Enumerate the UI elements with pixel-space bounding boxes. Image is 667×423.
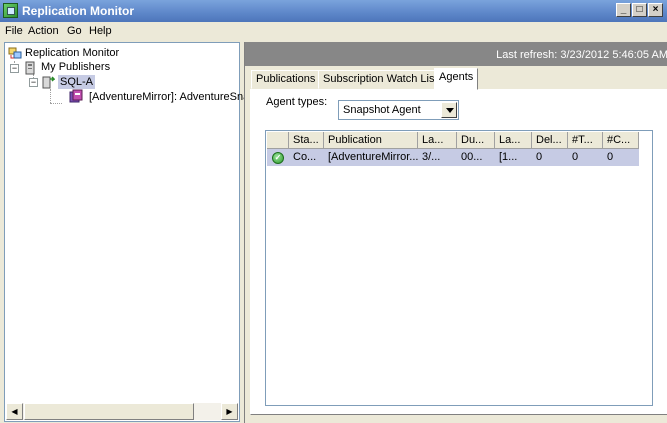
- scroll-thumb[interactable]: [24, 403, 194, 420]
- menu-go[interactable]: Go: [67, 25, 82, 37]
- window-title: Replication Monitor: [22, 4, 134, 18]
- tab-subscription-watch-list[interactable]: Subscription Watch List: [318, 70, 443, 89]
- grid-header-commands[interactable]: #C...: [603, 132, 639, 149]
- cell-delivery: 0: [536, 151, 543, 163]
- check-icon: ✓: [272, 152, 284, 164]
- menu-action[interactable]: Action: [28, 25, 59, 37]
- tree-item-replication-monitor[interactable]: Replication Monitor: [25, 46, 119, 60]
- server-icon: [41, 75, 56, 89]
- scroll-left-button[interactable]: ◀: [6, 403, 23, 420]
- refresh-bar: Last refresh: 3/23/2012 5:46:05 AM: [245, 42, 667, 66]
- grid-header-delivery[interactable]: Del...: [532, 132, 568, 149]
- grid-header-publication[interactable]: Publication: [324, 132, 418, 149]
- table-row[interactable]: ✓ Co... [AdventureMirror... 3/... 00... …: [267, 149, 639, 166]
- agent-types-label: Agent types:: [266, 96, 328, 108]
- minimize-button[interactable]: _: [616, 3, 631, 17]
- last-refresh-text: Last refresh: 3/23/2012 5:46:05 AM: [496, 49, 667, 61]
- cell-status: Co...: [293, 151, 317, 163]
- agents-tab-panel: Agent types: Snapshot Agent Sta... Publi…: [250, 89, 667, 415]
- agents-grid[interactable]: Sta... Publication La... Du... La... Del…: [265, 130, 653, 406]
- cell-duration: 00...: [461, 151, 483, 163]
- menu-bar: File Action Go Help: [0, 22, 667, 40]
- cell-last-action: [1...: [499, 151, 518, 163]
- replication-monitor-icon: [8, 46, 22, 60]
- details-pane: Last refresh: 3/23/2012 5:46:05 AM Publi…: [244, 42, 667, 423]
- tab-publications[interactable]: Publications: [251, 70, 321, 89]
- cell-commands: 0: [607, 151, 614, 163]
- replication-monitor-app-icon: [3, 3, 18, 18]
- navigation-tree[interactable]: Replication Monitor − My Publishers − SQ…: [4, 42, 249, 422]
- agent-types-dropdown[interactable]: Snapshot Agent: [338, 100, 459, 120]
- dropdown-arrow-icon[interactable]: [441, 102, 457, 118]
- menu-help[interactable]: Help: [89, 25, 112, 37]
- grid-header-last-action[interactable]: La...: [495, 132, 532, 149]
- close-button[interactable]: ×: [648, 3, 663, 17]
- cell-publication: [AdventureMirror...: [328, 151, 418, 163]
- tab-agents[interactable]: Agents: [434, 68, 479, 90]
- grid-header-duration[interactable]: Du...: [457, 132, 495, 149]
- title-bar: Replication Monitor _ □ ×: [0, 0, 667, 22]
- scroll-right-button[interactable]: ▶: [221, 403, 238, 420]
- agent-types-selected: Snapshot Agent: [343, 104, 421, 116]
- expander-my-publishers[interactable]: −: [10, 64, 19, 73]
- menu-file[interactable]: File: [5, 25, 23, 37]
- publication-icon: [69, 89, 83, 103]
- publishers-icon: [23, 61, 37, 75]
- tree-item-publication[interactable]: [AdventureMirror]: AdventureSna: [89, 90, 249, 104]
- cell-transactions: 0: [572, 151, 579, 163]
- grid-header-transactions[interactable]: #T...: [568, 132, 603, 149]
- maximize-button[interactable]: □: [632, 3, 647, 17]
- tree-horizontal-scrollbar[interactable]: ◀ ▶: [6, 403, 238, 420]
- grid-header-icon-col[interactable]: [267, 132, 289, 149]
- grid-header-last-start[interactable]: La...: [418, 132, 457, 149]
- cell-last-start: 3/...: [422, 151, 441, 163]
- expander-sql-a[interactable]: −: [29, 78, 38, 87]
- grid-header-status[interactable]: Sta...: [289, 132, 324, 149]
- tree-item-my-publishers[interactable]: My Publishers: [41, 60, 110, 74]
- tree-item-sql-a[interactable]: SQL-A: [58, 75, 96, 89]
